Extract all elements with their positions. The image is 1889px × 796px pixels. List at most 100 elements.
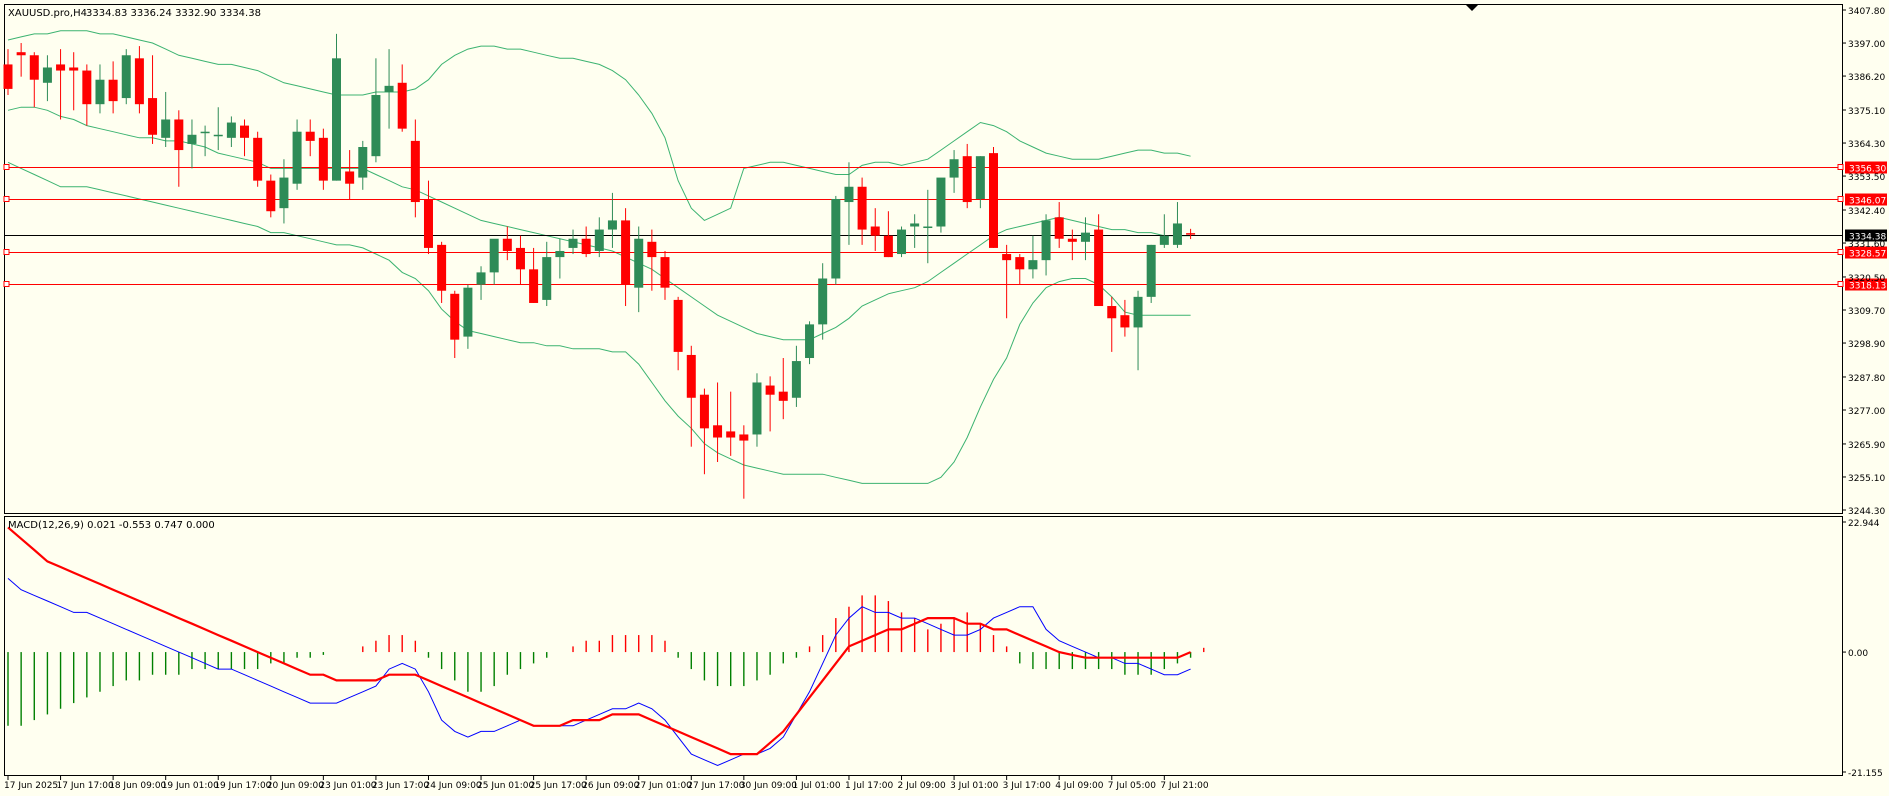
price-tick-label: 3320.50	[1848, 274, 1885, 284]
candle-body	[292, 131, 302, 184]
candle-body	[962, 156, 972, 203]
candle-body	[371, 95, 381, 157]
price-chart-canvas[interactable]: 3356.303346.073328.573318.133334.38 3407…	[0, 0, 1889, 792]
candle-body	[1186, 233, 1196, 235]
candle-body	[818, 278, 828, 325]
candle-body	[345, 171, 355, 184]
level-handle-right[interactable]	[1837, 281, 1844, 287]
candle-body	[16, 52, 26, 56]
time-tick-label: 17 Jun 17:00	[57, 781, 114, 791]
time-tick-label: 18 Jun 09:00	[109, 781, 166, 791]
time-tick-label: 27 Jun 01:00	[635, 781, 692, 791]
candle-body	[1107, 306, 1117, 319]
candle-body	[1146, 244, 1156, 297]
candle	[1146, 244, 1156, 303]
time-tick-label: 7 Jul 05:00	[1108, 781, 1157, 791]
macd-tick-label: 22.944	[1848, 519, 1880, 529]
candle-body	[226, 122, 236, 138]
price-tick-label: 3364.30	[1848, 140, 1885, 150]
time-tick-label: 27 Jun 17:00	[687, 781, 744, 791]
macd-title: MACD(12,26,9) 0.021 -0.553 0.747 0.000	[8, 520, 215, 531]
candle-body	[831, 198, 841, 279]
candle-body	[174, 119, 184, 151]
candle-body	[200, 131, 210, 134]
time-tick-label: 23 Jun 17:00	[372, 781, 429, 791]
level-handle-left[interactable]	[3, 196, 10, 202]
candle-body	[1080, 232, 1090, 242]
time-tick-label: 19 Jun 01:00	[162, 781, 219, 791]
candle-body	[647, 241, 657, 258]
candle-body	[621, 220, 631, 285]
time-tick-label: 25 Jun 01:00	[477, 781, 534, 791]
level-handle-right[interactable]	[1837, 164, 1844, 170]
candle-body	[949, 159, 959, 178]
candle-body	[607, 220, 617, 230]
candle-body	[1028, 260, 1038, 270]
candle-body	[910, 223, 920, 227]
candle-body	[857, 186, 867, 230]
candle-body	[883, 235, 893, 258]
candle-body	[213, 134, 223, 137]
candle-body	[69, 67, 79, 71]
candle	[831, 195, 841, 285]
candle-body	[1094, 229, 1104, 307]
candle-body	[673, 299, 683, 352]
level-handle-right[interactable]	[1837, 249, 1844, 255]
time-tick-label: 17 Jun 2025	[4, 781, 58, 791]
candle	[805, 321, 815, 365]
candle-body	[384, 85, 394, 92]
candle-body	[437, 244, 447, 291]
level-handle-left[interactable]	[3, 281, 10, 287]
candle-body	[56, 64, 66, 71]
candle-body	[121, 55, 131, 99]
candle-body	[476, 272, 486, 285]
candle-body	[29, 55, 39, 80]
time-tick-label: 26 Jun 09:00	[582, 781, 639, 791]
price-tick-label: 3287.80	[1848, 374, 1885, 384]
price-tick-label: 3407.80	[1848, 7, 1885, 17]
candle-body	[555, 250, 565, 258]
chart-window[interactable]: 3356.30 3346.07 3328.57 3318.13 3334.38 3407…	[0, 0, 1889, 792]
candle-body	[805, 324, 815, 359]
candle-body	[1067, 238, 1077, 242]
level-handle-left[interactable]	[3, 164, 10, 170]
time-tick-label: 23 Jun 01:00	[319, 781, 376, 791]
candle-body	[897, 229, 907, 255]
candle	[897, 226, 907, 258]
candle	[253, 131, 263, 187]
time-tick-label: 24 Jun 09:00	[424, 781, 481, 791]
candle-body	[279, 177, 289, 209]
candle-body	[450, 293, 460, 340]
candle-body	[148, 98, 158, 135]
candle-body	[923, 226, 933, 229]
candle-body	[95, 79, 105, 105]
level-handle-left[interactable]	[3, 249, 10, 255]
candle-body	[502, 238, 512, 251]
candle-body	[463, 287, 473, 337]
time-tick-label: 20 Jun 09:00	[267, 781, 324, 791]
candle-body	[739, 434, 749, 441]
candle-body	[699, 394, 709, 429]
level-handle-right[interactable]	[1837, 196, 1844, 202]
candle-body	[791, 361, 801, 398]
candle-body	[161, 119, 171, 138]
candle-body	[936, 177, 946, 227]
candle-body	[305, 131, 315, 141]
candle-body	[3, 64, 13, 89]
time-tick-label: 30 Jun 09:00	[740, 781, 797, 791]
time-tick-label: 7 Jul 21:00	[1160, 781, 1209, 791]
symbol-title: XAUUSD.pro,H4	[8, 8, 87, 19]
price-tick-label: 3397.00	[1848, 40, 1885, 50]
candle-body	[1015, 257, 1025, 270]
candle-body	[410, 140, 420, 203]
time-tick-label: 2 Jul 09:00	[898, 781, 947, 791]
candle-body	[1120, 315, 1130, 328]
candle-body	[542, 257, 552, 300]
candle-body	[989, 153, 998, 248]
candle-body	[1172, 223, 1182, 245]
candle	[989, 147, 998, 248]
candle-body	[253, 137, 263, 181]
candle-body	[240, 125, 250, 138]
candle-body	[397, 82, 407, 129]
candle-body	[358, 147, 368, 178]
